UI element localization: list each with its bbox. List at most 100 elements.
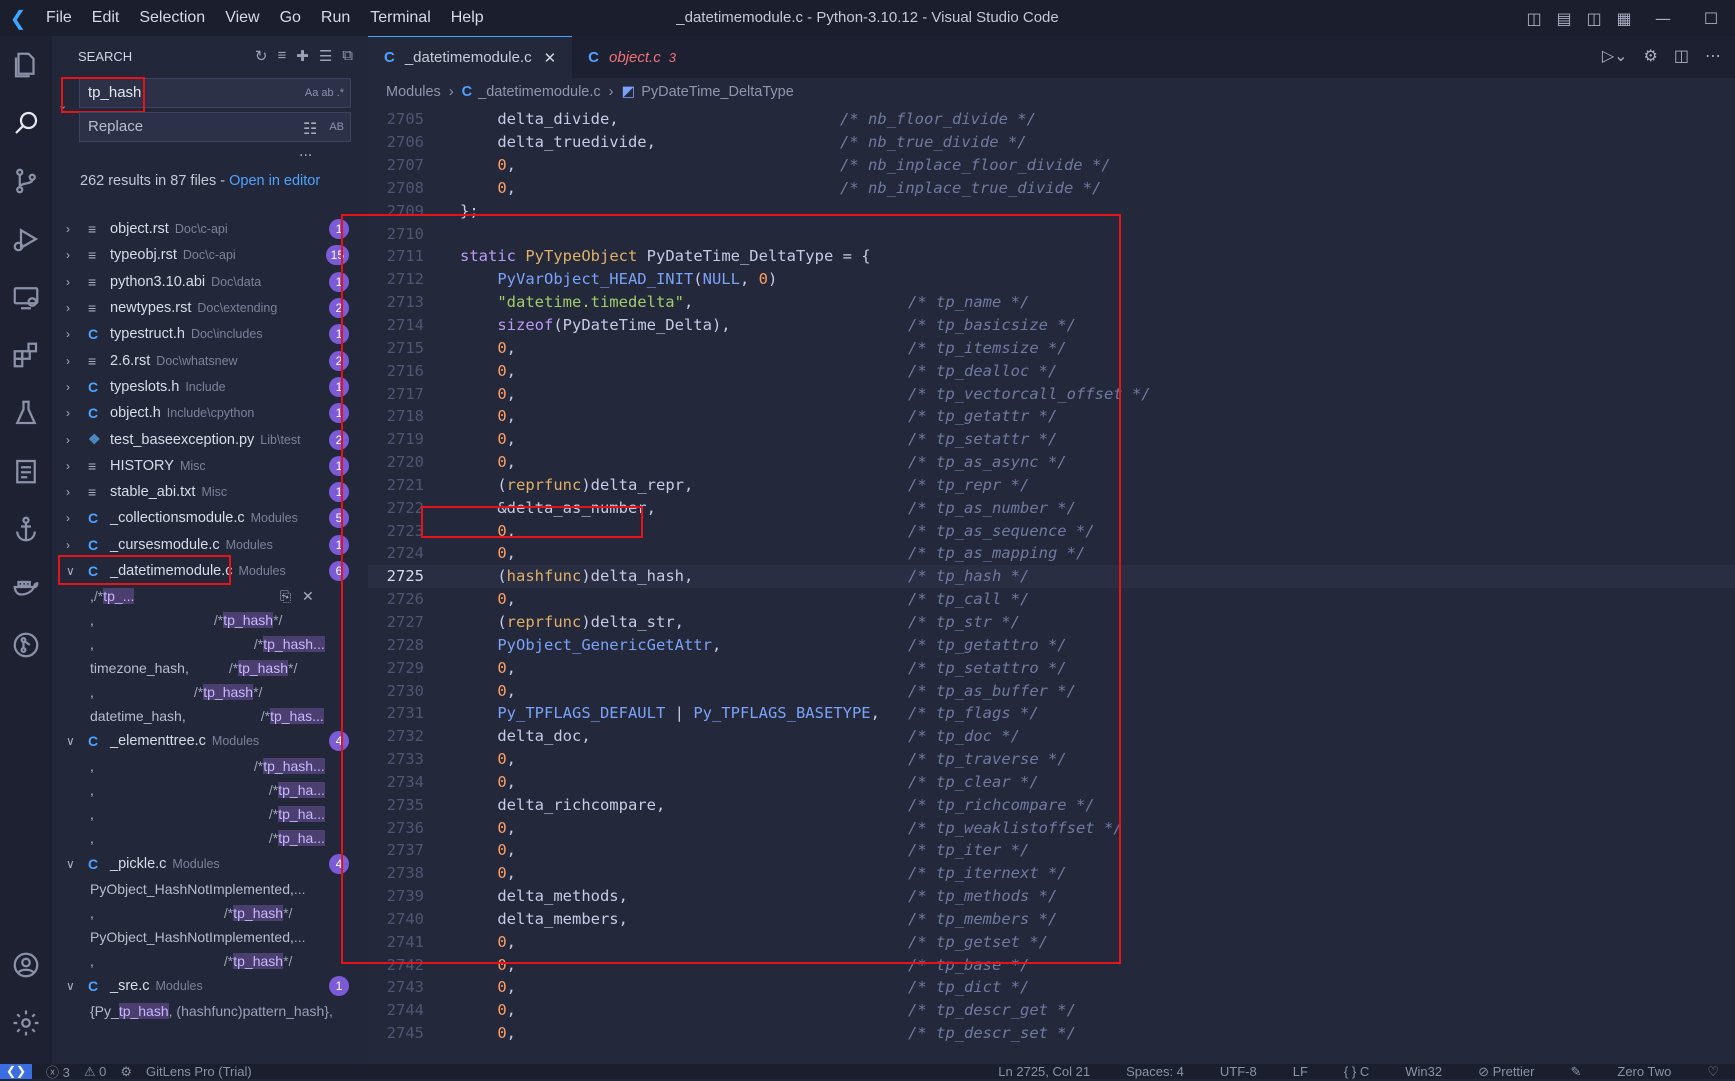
- breadcrumb-item[interactable]: Modules: [386, 84, 441, 100]
- match-row[interactable]: timezone_hash, /* tp_hash */: [52, 656, 367, 680]
- result-file-row[interactable]: ∨ C _elementtree.c Modules 4: [52, 728, 367, 754]
- match-row[interactable]: , /* tp_ha...: [52, 826, 367, 850]
- match-row[interactable]: , /* tp_hash...: [52, 754, 367, 778]
- collapse-all-icon[interactable]: ⧉: [342, 47, 353, 65]
- docker-icon[interactable]: [0, 558, 52, 616]
- match-row[interactable]: , /* tp_hash...: [52, 632, 367, 656]
- match-row[interactable]: {Py_ tp_hash, (hashfunc)pattern_hash},: [52, 999, 367, 1023]
- chevron-right-icon[interactable]: ›: [66, 433, 84, 447]
- customize-layout-icon[interactable]: ▦: [1609, 9, 1639, 28]
- result-file-row[interactable]: › Ctypeslots.h Include 1: [52, 374, 367, 400]
- match-row[interactable]: , /* tp_hash */: [52, 901, 367, 925]
- gitlens-status[interactable]: GitLens Pro (Trial): [146, 1064, 252, 1079]
- replace-all-icon[interactable]: ☷: [303, 119, 317, 138]
- preserve-case-option[interactable]: AB: [329, 113, 344, 141]
- chevron-right-icon[interactable]: ›: [66, 380, 84, 394]
- gitlens-icon[interactable]: ⚙: [120, 1064, 132, 1080]
- result-file-row[interactable]: › Cobject.h Include\cpython 1: [52, 400, 367, 426]
- testing-icon[interactable]: [0, 384, 52, 442]
- match-row[interactable]: ,/* tp_... ⎘ ✕: [52, 584, 367, 608]
- chevron-right-icon[interactable]: ›: [66, 511, 84, 525]
- toggle-primary-sidebar-icon[interactable]: ◫: [1519, 9, 1549, 28]
- breadcrumb-item[interactable]: PyDateTime_DeltaType: [641, 84, 794, 100]
- replace-match-icon[interactable]: ⎘: [280, 588, 291, 605]
- search-options[interactable]: Aa ab .*: [305, 79, 344, 107]
- code-line[interactable]: 2705 delta_divide, /* nb_floor_divide */: [368, 108, 1735, 131]
- extensions-icon[interactable]: [0, 326, 52, 384]
- match-row[interactable]: datetime_hash, /* tp_has...: [52, 704, 367, 728]
- prettier-status[interactable]: ⊘ Prettier: [1478, 1064, 1534, 1080]
- menu-item-view[interactable]: View: [215, 9, 269, 27]
- breadcrumb-item[interactable]: _datetimemodule.c: [478, 84, 601, 100]
- chevron-down-icon[interactable]: ∨: [66, 734, 84, 748]
- menu-item-file[interactable]: File: [36, 9, 82, 27]
- run-icon[interactable]: ▷⌄: [1602, 46, 1628, 65]
- open-in-editor-link[interactable]: Open in editor: [229, 173, 320, 189]
- chevron-right-icon[interactable]: ›: [66, 538, 84, 552]
- menu-item-help[interactable]: Help: [441, 9, 494, 27]
- maximize-button[interactable]: ☐: [1687, 9, 1735, 28]
- cursor-position[interactable]: Ln 2725, Col 21: [998, 1064, 1090, 1080]
- result-file-row[interactable]: › ≡ newtypes.rst Doc\extending 2: [52, 295, 367, 321]
- view-as-tree-icon[interactable]: ☰: [319, 47, 332, 65]
- chevron-right-icon[interactable]: ›: [66, 327, 84, 341]
- new-search-editor-icon[interactable]: ✚: [296, 47, 309, 65]
- chevron-down-icon[interactable]: ∨: [66, 857, 84, 871]
- match-row[interactable]: PyObject_HashNotImplemented,...: [52, 925, 367, 949]
- tab-object-c[interactable]: C object.c 3: [572, 36, 692, 78]
- match-row[interactable]: , /* tp_hash */: [52, 608, 367, 632]
- chevron-right-icon[interactable]: ›: [66, 222, 84, 236]
- result-file-row[interactable]: ∨ C _datetimemodule.c Modules 6: [52, 554, 367, 585]
- encoding[interactable]: UTF-8: [1220, 1064, 1257, 1080]
- code-line[interactable]: 2743 0, /* tp_dict */: [368, 976, 1735, 999]
- match-row[interactable]: , /* tp_hash */: [52, 949, 367, 973]
- settings-gear-icon[interactable]: [0, 994, 52, 1052]
- language-mode[interactable]: { } C: [1344, 1064, 1369, 1080]
- remote-explorer-icon[interactable]: [0, 268, 52, 326]
- code-line[interactable]: 2707 0, /* nb_inplace_floor_divide */: [368, 154, 1735, 177]
- split-editor-icon[interactable]: ◫: [1674, 46, 1689, 65]
- gitlens-icon[interactable]: [0, 616, 52, 674]
- explorer-icon[interactable]: [0, 36, 52, 94]
- menu-item-terminal[interactable]: Terminal: [360, 9, 440, 27]
- menu-item-selection[interactable]: Selection: [129, 9, 215, 27]
- code-line[interactable]: 2708 0, /* nb_inplace_true_divide */: [368, 177, 1735, 200]
- code-line[interactable]: 2706 delta_truedivide, /* nb_true_divide …: [368, 131, 1735, 154]
- toggle-panel-icon[interactable]: ▤: [1549, 9, 1579, 28]
- chevron-right-icon[interactable]: ›: [66, 406, 84, 420]
- anchor-icon[interactable]: [0, 500, 52, 558]
- result-file-row[interactable]: ∨ C _pickle.c Modules 4: [52, 850, 367, 876]
- clear-results-icon[interactable]: ≡: [277, 47, 286, 65]
- remote-indicator-icon[interactable]: ❮❯: [0, 1064, 32, 1079]
- match-row[interactable]: , /* tp_ha...: [52, 802, 367, 826]
- menu-item-edit[interactable]: Edit: [82, 9, 130, 27]
- chevron-right-icon[interactable]: ›: [66, 248, 84, 262]
- accounts-icon[interactable]: [0, 936, 52, 994]
- chevron-right-icon[interactable]: ›: [66, 275, 84, 289]
- menu-item-run[interactable]: Run: [311, 9, 360, 27]
- result-file-row[interactable]: › ≡ object.rst Doc\c-api 1: [52, 216, 367, 242]
- menu-item-go[interactable]: Go: [270, 9, 311, 27]
- result-file-row[interactable]: › Ctypestruct.h Doc\includes 1: [52, 321, 367, 347]
- refresh-icon[interactable]: ↻: [255, 47, 268, 65]
- tab-datetimemodule[interactable]: C _datetimemodule.c ✕: [368, 36, 573, 78]
- close-tab-icon[interactable]: ✕: [544, 49, 557, 67]
- dismiss-match-icon[interactable]: ✕: [302, 588, 314, 605]
- indentation[interactable]: Spaces: 4: [1126, 1064, 1184, 1080]
- platform[interactable]: Win32: [1405, 1064, 1442, 1080]
- result-file-row[interactable]: ∨ C _sre.c Modules 1: [52, 973, 367, 999]
- project-manager-icon[interactable]: [0, 442, 52, 500]
- result-file-row[interactable]: › ≡ python3.10.abi Doc\data 1: [52, 269, 367, 295]
- theme-name[interactable]: Zero Two: [1617, 1064, 1671, 1080]
- match-row[interactable]: PyObject_HashNotImplemented,...: [52, 877, 367, 901]
- settings-icon[interactable]: ⚙: [1644, 46, 1658, 65]
- code-line[interactable]: 2744 0, /* tp_descr_get */: [368, 999, 1735, 1022]
- result-file-row[interactable]: › ≡ stable_abi.txt Misc 1: [52, 479, 367, 505]
- toggle-search-details[interactable]: ...: [299, 144, 312, 160]
- chevron-right-icon[interactable]: ›: [66, 354, 84, 368]
- warnings-count[interactable]: ⚠ 0: [84, 1064, 107, 1080]
- match-row[interactable]: , /* tp_hash */: [52, 680, 367, 704]
- notifications-icon[interactable]: ♡: [1707, 1064, 1719, 1080]
- minimize-button[interactable]: —: [1639, 9, 1687, 28]
- chevron-right-icon[interactable]: ›: [66, 301, 84, 315]
